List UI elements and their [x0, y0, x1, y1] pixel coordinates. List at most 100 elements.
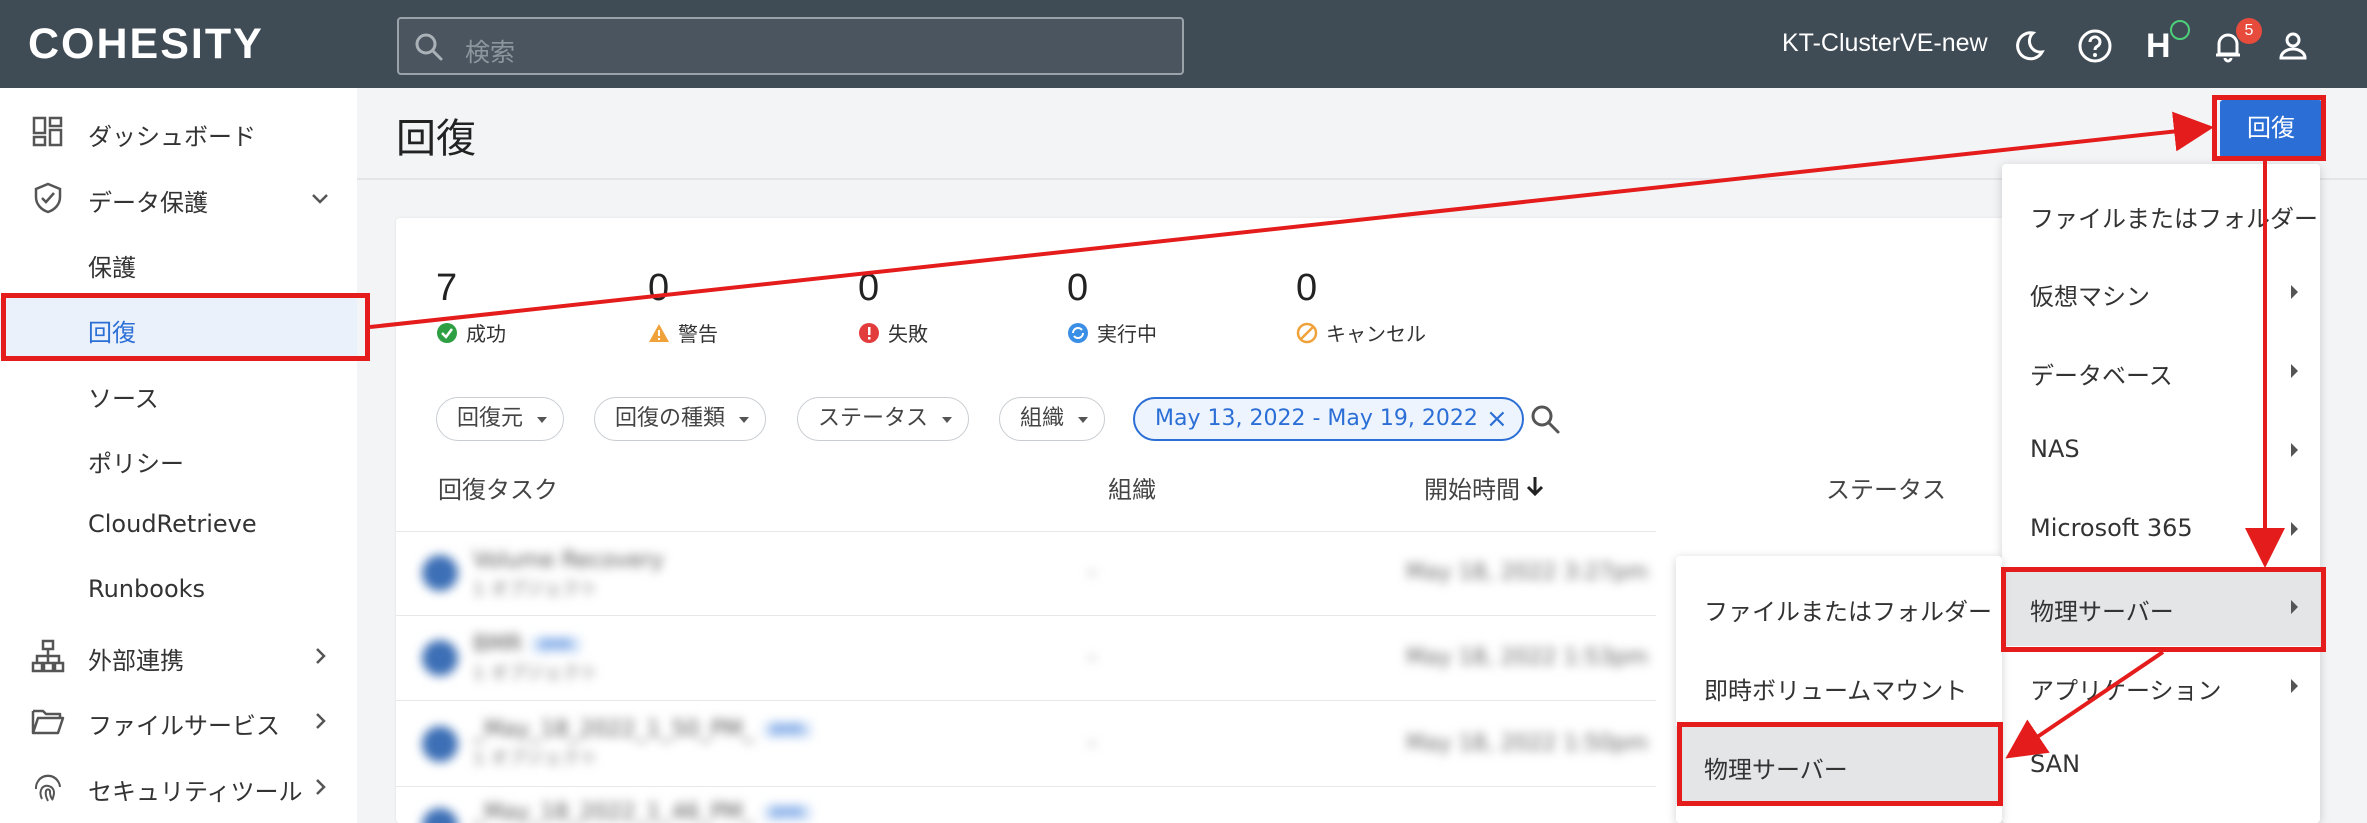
caret-down-icon [942, 417, 953, 423]
row-divider [396, 615, 1656, 616]
sidebar-item-data-protection[interactable]: データ保護 [0, 168, 357, 228]
filter-label: 組織 [1020, 406, 1065, 431]
recover-button[interactable]: 回復 [2220, 100, 2322, 158]
sidebar-item-file-services[interactable]: ファイルサービス [0, 691, 357, 751]
column-header-recovery-task[interactable]: 回復タスク [438, 470, 558, 505]
hierarchy-icon [31, 639, 65, 673]
menu-item-label: Microsoft 365 [2030, 514, 2193, 542]
row-avatar [422, 726, 458, 762]
row-tag: BMR [532, 637, 580, 653]
global-search-input[interactable]: 検索 [397, 17, 1184, 75]
submenu-arrow-icon [2291, 364, 2298, 378]
sidebar-item-integrations[interactable]: 外部連携 [0, 626, 357, 686]
cluster-selector[interactable]: KT-ClusterVE-new [1782, 29, 1988, 58]
sidebar-item-policies[interactable]: ポリシー [0, 429, 357, 489]
filter-label: ステータス [818, 406, 929, 431]
chevron-right-icon [316, 648, 326, 664]
submenu-item-physical-server[interactable]: 物理サーバー [1676, 726, 2002, 804]
menu-item-san[interactable]: SAN [2002, 726, 2320, 804]
health-status-icon[interactable]: H [2146, 27, 2171, 66]
sidebar-item-cloudretrieve[interactable]: CloudRetrieve [0, 495, 357, 555]
row-task-sub: 1 オブジェクト [473, 663, 599, 684]
stat-label: キャンセル [1326, 322, 1426, 346]
date-range-label: May 13, 2022 - May 19, 2022 [1155, 406, 1478, 431]
help-icon[interactable] [2077, 28, 2113, 64]
submenu-arrow-icon [2291, 600, 2298, 614]
running-sync-icon [1068, 322, 1088, 343]
stat-running[interactable]: 0 実行中 [1067, 262, 1157, 347]
menu-item-label: 物理サーバー [1704, 756, 1848, 784]
menu-item-microsoft-365[interactable]: Microsoft 365 [2002, 490, 2320, 568]
sidebar-item-label: ファイルサービス [88, 712, 280, 740]
sidebar-item-sources[interactable]: ソース [0, 364, 357, 424]
row-task-name-text: _May_18_2022_1_50_PM_ [473, 717, 754, 742]
menu-item-files-folders[interactable]: ファイルまたはフォルダー [2002, 175, 2320, 253]
filter-label: 回復元 [457, 406, 524, 431]
stat-value: 0 [858, 267, 880, 309]
sidebar-item-recovery[interactable]: 回復 [0, 298, 357, 358]
filter-recovery-source[interactable]: 回復元 [436, 397, 565, 441]
row-task-sub: 1 オブジェクト [473, 748, 599, 769]
filter-label: 回復の種類 [615, 406, 726, 431]
sidebar-item-security-tools[interactable]: セキュリティツール [0, 757, 357, 817]
menu-item-databases[interactable]: データベース [2002, 332, 2320, 410]
notification-count-badge: 5 [2236, 18, 2262, 44]
canceled-icon [1296, 322, 1318, 343]
column-header-status[interactable]: ステータス [1826, 470, 1946, 505]
stat-value: 0 [1296, 267, 1318, 309]
row-task-name: Volume Recovery [473, 548, 664, 573]
submenu-arrow-icon [2291, 285, 2298, 299]
stat-warning[interactable]: 0 警告 [648, 262, 718, 347]
dark-mode-moon-icon[interactable] [2011, 28, 2047, 64]
submenu-item-instant-volume-mount[interactable]: 即時ボリュームマウント [1676, 647, 2002, 725]
stat-label: 成功 [466, 322, 506, 346]
sidebar-item-runbooks[interactable]: Runbooks [0, 560, 357, 620]
filter-date-range[interactable]: May 13, 2022 - May 19, 2022 × [1133, 397, 1524, 441]
filter-search-icon[interactable] [1528, 402, 1562, 436]
submenu-arrow-icon [2291, 443, 2298, 457]
menu-item-virtual-machines[interactable]: 仮想マシン [2002, 253, 2320, 331]
submenu-item-files-folders[interactable]: ファイルまたはフォルダー [1676, 568, 2002, 646]
menu-item-label: 仮想マシン [2030, 283, 2150, 311]
submenu-arrow-icon [2291, 522, 2298, 536]
filter-status[interactable]: ステータス [797, 397, 970, 441]
sidebar-item-protection[interactable]: 保護 [0, 233, 357, 293]
filter-organization[interactable]: 組織 [999, 397, 1106, 441]
sidebar-item-label: Runbooks [88, 575, 206, 603]
warning-triangle-icon [649, 323, 669, 342]
row-divider [396, 531, 1656, 532]
stat-canceled[interactable]: 0 キャンセル [1296, 262, 1426, 347]
success-check-icon [437, 322, 457, 343]
folder-open-icon [31, 709, 65, 735]
sidebar-item-label: データ保護 [88, 189, 208, 217]
sidebar-item-label: ポリシー [88, 450, 184, 478]
column-header-start-time[interactable]: 開始時間 [1424, 470, 1520, 505]
cohesity-logo[interactable]: COHESITY [28, 18, 264, 70]
row-task-name: BMR BMR [473, 632, 580, 657]
menu-item-label: ファイルまたはフォルダー [2030, 205, 2318, 233]
menu-item-physical-server[interactable]: 物理サーバー [2002, 568, 2320, 646]
stat-failed[interactable]: 0 失敗 [858, 262, 928, 347]
health-ok-check-icon [2170, 20, 2190, 40]
column-header-organization[interactable]: 組織 [1108, 470, 1156, 505]
filter-recovery-type[interactable]: 回復の種類 [594, 397, 767, 441]
search-icon [415, 33, 443, 61]
row-task-sub: 1 オブジェクト [473, 579, 599, 600]
menu-item-label: アプリケーション [2030, 677, 2222, 705]
sidebar-item-label: ソース [88, 385, 159, 413]
error-icon [859, 322, 879, 343]
menu-item-nas[interactable]: NAS [2002, 411, 2320, 489]
user-profile-icon[interactable] [2275, 28, 2311, 64]
clear-date-close-icon[interactable]: × [1486, 399, 1508, 439]
menu-item-applications[interactable]: アプリケーション [2002, 647, 2320, 725]
sidebar-item-dashboard[interactable]: ダッシュボード [0, 102, 357, 162]
chevron-right-icon [316, 779, 326, 795]
sidebar-item-label: 保護 [88, 254, 136, 282]
stat-success[interactable]: 7 成功 [436, 262, 506, 347]
menu-item-label: SAN [2030, 750, 2081, 778]
caret-down-icon [739, 417, 750, 423]
stat-value: 0 [1067, 267, 1089, 309]
dashboard-grid-icon [32, 116, 63, 147]
sort-descending-arrow-icon[interactable] [1524, 474, 1546, 498]
shield-check-icon [34, 182, 62, 214]
